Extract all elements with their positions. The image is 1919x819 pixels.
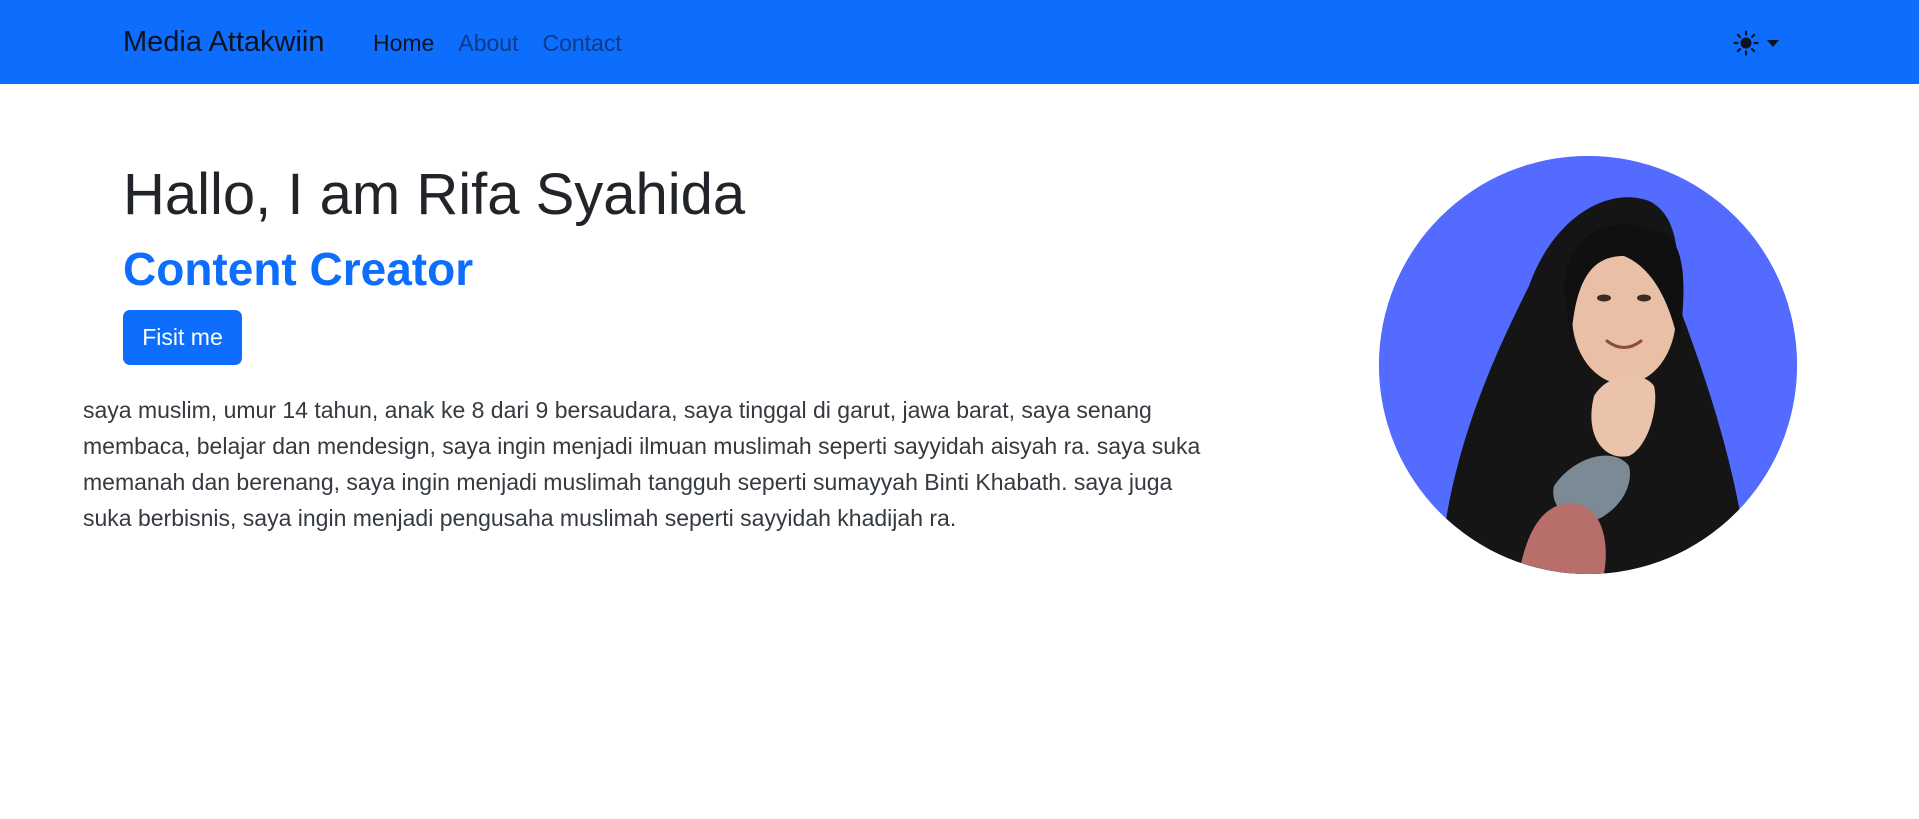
avatar [1379, 156, 1797, 574]
visit-me-button[interactable]: Fisit me [123, 310, 242, 365]
theme-toggle-button[interactable] [1733, 28, 1788, 58]
navbar-brand[interactable]: Media Attakwiin [123, 25, 325, 59]
profile-photo [1379, 156, 1797, 574]
hero-subtitle: Content Creator [123, 243, 474, 295]
nav-links: Home About Contact [373, 28, 646, 58]
navbar: Media Attakwiin Home About Contact [0, 0, 1919, 84]
sun-icon [1733, 30, 1759, 56]
hero-title: Hallo, I am Rifa Syahida [123, 162, 746, 227]
nav-link-home[interactable]: Home [373, 28, 434, 58]
nav-link-contact[interactable]: Contact [542, 28, 621, 58]
caret-down-icon [1767, 39, 1779, 47]
nav-link-about[interactable]: About [458, 28, 518, 58]
bio-paragraph: saya muslim, umur 14 tahun, anak ke 8 da… [83, 397, 1201, 531]
